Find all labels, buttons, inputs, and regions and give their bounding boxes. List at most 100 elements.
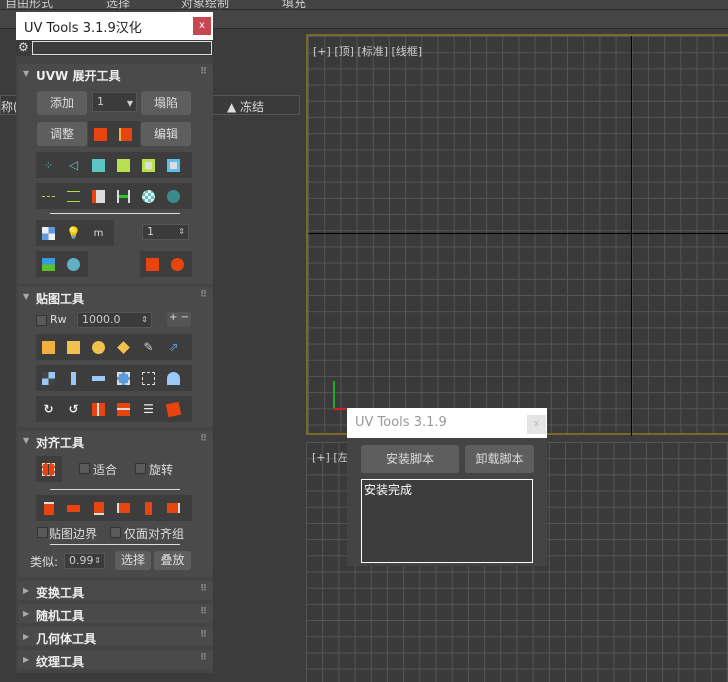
fit-horizontal-icon[interactable] (86, 365, 111, 391)
ruler-icon[interactable]: m (86, 220, 111, 246)
map-border-checkbox[interactable] (37, 527, 48, 538)
add-button[interactable]: 添加 (37, 91, 87, 115)
align-center-v-icon[interactable] (61, 495, 86, 521)
arch-icon[interactable] (161, 365, 186, 391)
install-script-button[interactable]: 安装脚本 (361, 445, 459, 473)
checker-sphere-icon[interactable] (136, 183, 161, 209)
align-right-icon[interactable] (161, 495, 186, 521)
search-input[interactable] (32, 41, 212, 55)
close-button[interactable]: x (527, 415, 546, 434)
eyedropper-icon[interactable]: ✎ (136, 334, 161, 360)
grip-icon[interactable]: ⠿ (200, 290, 207, 300)
face-icon[interactable] (86, 152, 111, 178)
sphere-icon[interactable] (161, 183, 186, 209)
horizontal-edge-icon[interactable] (88, 121, 113, 147)
rollout-header-align[interactable]: ▼ 对齐工具 ⠿ (18, 431, 213, 451)
mirror-horizontal-icon[interactable] (86, 396, 111, 422)
rotate-ccw-icon[interactable]: ↺ (61, 396, 86, 422)
viewport-label[interactable]: [+] [顶] [标准] [线框] (313, 43, 422, 59)
box-map-icon[interactable] (61, 334, 86, 360)
rotate-cw-icon[interactable]: ↻ (36, 396, 61, 422)
stack-lines-icon[interactable]: ☰ (136, 396, 161, 422)
collapse-button[interactable]: 塌陷 (141, 91, 191, 115)
pack-icon[interactable] (36, 456, 61, 482)
align-bottom-icon[interactable] (86, 495, 111, 521)
grip-icon[interactable]: ⠿ (200, 653, 207, 663)
column-freeze[interactable]: ▲ 冻结 (227, 98, 264, 115)
sphere-cursor-icon[interactable] (61, 251, 86, 277)
edge-icon[interactable]: ◁ (61, 152, 86, 178)
scale-arrow-icon[interactable]: ⇗ (161, 334, 186, 360)
close-button[interactable]: x (193, 17, 211, 35)
diamond-map-icon[interactable] (111, 334, 136, 360)
red-cube-icon[interactable] (140, 251, 165, 277)
mirror-vertical-icon[interactable] (111, 396, 136, 422)
rollout-texture[interactable]: ▶ 纹理工具 ⠿ (18, 650, 213, 669)
select-button[interactable]: 选择 (115, 551, 151, 570)
minus-button[interactable]: − (181, 312, 189, 323)
grip-icon[interactable]: ⠿ (200, 584, 207, 594)
gear-icon[interactable]: ⚙ (18, 40, 29, 54)
straighten-icon[interactable] (161, 396, 186, 422)
vp-menu-plus[interactable]: [+] (313, 45, 331, 58)
spherical-map-icon[interactable] (86, 334, 111, 360)
bracket-seam-icon[interactable] (111, 183, 136, 209)
rollout-header-unwrap[interactable]: ▼ UVW 展开工具 ⠿ (18, 64, 213, 84)
zigzag-seam-icon[interactable] (86, 183, 111, 209)
grip-icon[interactable]: ⠿ (200, 607, 207, 617)
planar-map-icon[interactable] (36, 334, 61, 360)
stack-button[interactable]: 叠放 (154, 551, 191, 570)
image-icon[interactable] (36, 251, 61, 277)
align-center-h-icon[interactable] (136, 495, 161, 521)
fit-box-icon[interactable] (111, 365, 136, 391)
red-sphere-icon[interactable] (165, 251, 190, 277)
align-left-icon[interactable] (111, 495, 136, 521)
uv-tools-titlebar[interactable]: UV Tools 3.1.9汉化 x (16, 12, 213, 40)
installer-titlebar[interactable]: UV Tools 3.1.9 x (347, 408, 547, 438)
output-textbox[interactable]: 安装完成 (361, 479, 533, 563)
grip-icon[interactable]: ⠿ (200, 434, 207, 444)
vp-view-top[interactable]: [顶] (334, 45, 354, 58)
rollout-transform[interactable]: ▶ 变换工具 ⠿ (18, 581, 213, 600)
align-top-icon[interactable] (36, 495, 61, 521)
adjust-button[interactable]: 调整 (37, 122, 87, 146)
plus-button[interactable]: + (169, 312, 177, 323)
grip-icon[interactable]: ⠿ (200, 630, 207, 640)
lines-icon[interactable] (61, 183, 86, 209)
select-green-box-icon[interactable] (136, 152, 161, 178)
vertical-edge-icon[interactable] (113, 121, 138, 147)
center-icon[interactable] (136, 365, 161, 391)
menu-object-paint[interactable]: 对象绘制 (181, 0, 229, 9)
similar-spinner[interactable]: 0.99 ⇕ (64, 553, 105, 569)
dashed-line-icon[interactable] (36, 183, 61, 209)
uninstall-script-button[interactable]: 卸载脚本 (465, 445, 534, 473)
element-icon[interactable] (111, 152, 136, 178)
viewport-label-left[interactable]: [+] [左 (312, 449, 349, 465)
spinner-arrows-icon[interactable]: ⇕ (94, 554, 101, 568)
rollout-header-mapping[interactable]: ▼ 贴图工具 ⠿ (18, 287, 213, 307)
menu-selection[interactable]: 选择 (106, 0, 130, 9)
lightbulb-icon[interactable]: 💡 (61, 220, 86, 246)
rollout-geometry[interactable]: ▶ 几何体工具 ⠿ (18, 627, 213, 646)
vertex-icon[interactable]: ⁘ (36, 152, 61, 178)
rotate-checkbox[interactable] (135, 463, 146, 474)
rollout-random[interactable]: ▶ 随机工具 ⠿ (18, 604, 213, 623)
fit-checkbox[interactable] (79, 463, 90, 474)
vp-shading-standard[interactable]: [标准] (357, 45, 388, 58)
value-spinner[interactable]: 1 ⇕ (142, 224, 189, 240)
channel-dropdown[interactable]: 1 ▼ (92, 92, 137, 112)
viewport-top[interactable]: [+] [顶] [标准] [线框] (306, 34, 728, 436)
rw-checkbox[interactable] (36, 315, 47, 326)
menu-populate[interactable]: 填充 (282, 0, 306, 9)
spinner-arrows-icon[interactable]: ⇕ (178, 225, 185, 239)
edit-button[interactable]: 编辑 (141, 122, 191, 146)
rw-spinner[interactable]: 1000.0 ⇕ (77, 312, 152, 328)
checker-icon[interactable] (36, 220, 61, 246)
vp-menu-plus-2[interactable]: [+] (312, 451, 330, 464)
face-group-checkbox[interactable] (110, 527, 121, 538)
one-to-one-icon[interactable] (36, 365, 61, 391)
spinner-arrows-icon[interactable]: ⇕ (141, 313, 148, 327)
menu-freeform[interactable]: 自由形式 (5, 0, 53, 9)
select-blue-box-icon[interactable] (161, 152, 186, 178)
fit-vertical-icon[interactable] (61, 365, 86, 391)
